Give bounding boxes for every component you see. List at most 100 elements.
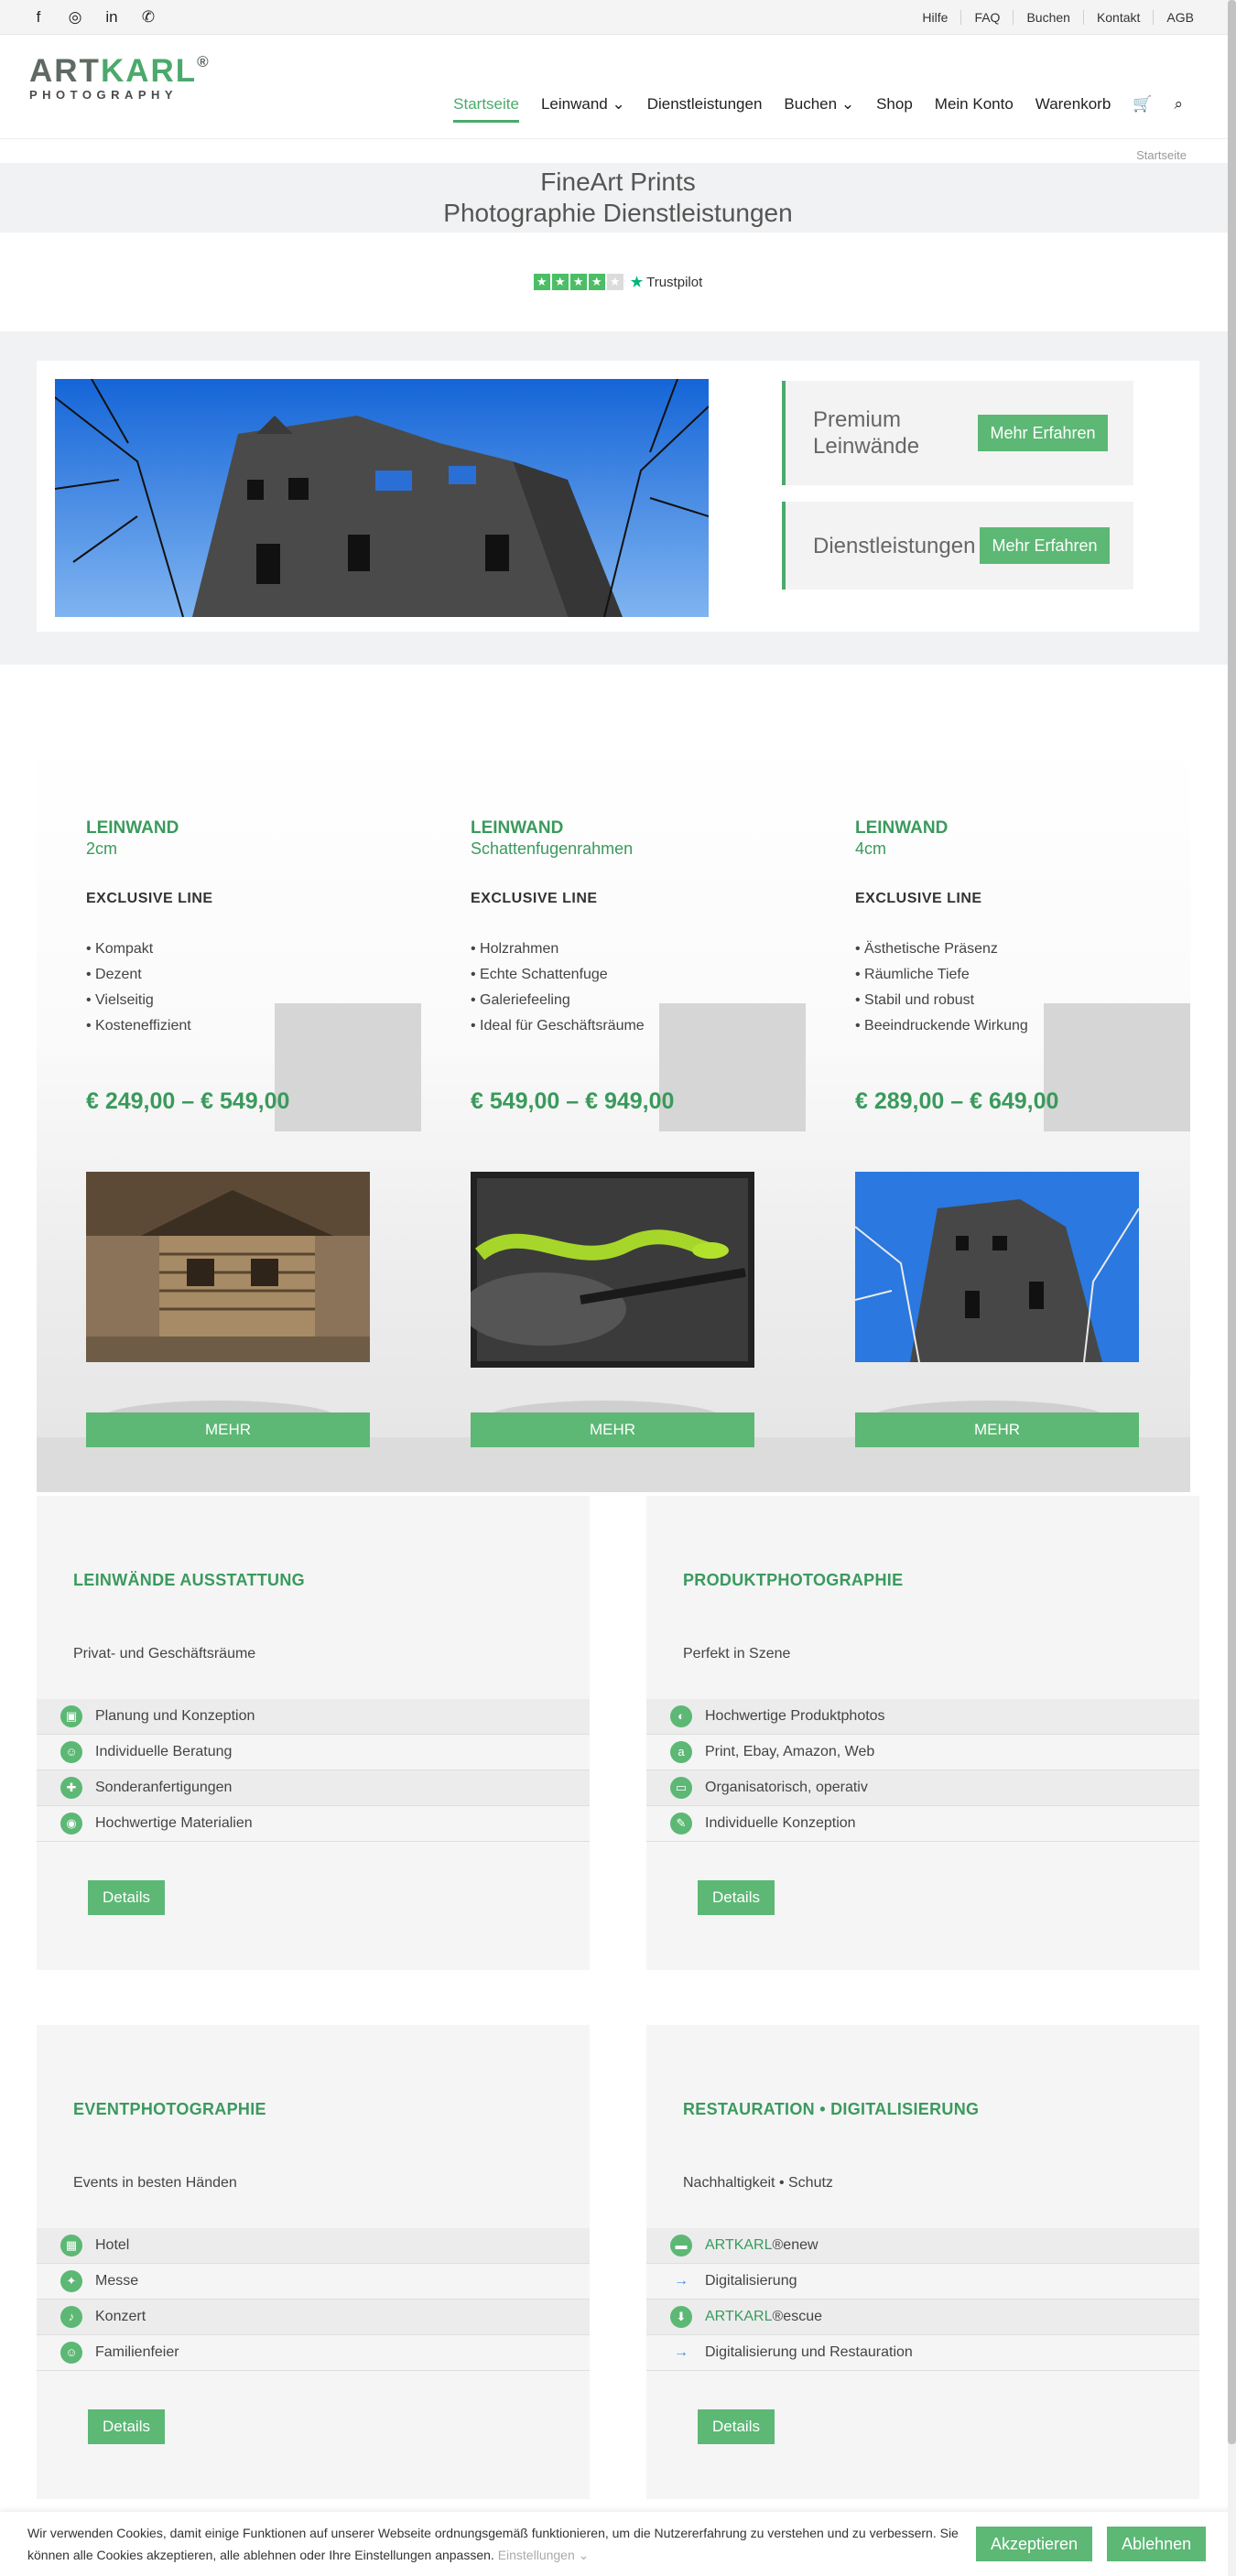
service-lead: Events in besten Händen — [73, 2175, 237, 2191]
nav-item-mein-konto[interactable]: Mein Konto — [935, 95, 1014, 123]
list-item: ◉ Hochwertige Materialien — [37, 1806, 590, 1842]
list-item: • Ideal für Geschäftsräume — [471, 1018, 645, 1034]
search-icon[interactable]: ⌕ — [1174, 95, 1183, 123]
list-item-label: Digitalisierung und Restauration — [705, 2344, 913, 2360]
cookie-banner: Wir verwenden Cookies, damit einige Funk… — [0, 2512, 1236, 2576]
list-item-label: Individuelle Beratung — [95, 1744, 233, 1759]
card-icon: ▬ — [670, 2235, 692, 2257]
product-title-main: LEINWAND — [855, 818, 949, 838]
user-edit-icon: ✎ — [670, 1813, 692, 1835]
list-item-label: ®enew — [772, 2237, 819, 2253]
people-icon: ☺ — [60, 2342, 82, 2364]
list-item: • Kompakt — [86, 941, 154, 957]
service-card-restauration-digitalisierung: RESTAURATION • DIGITALISIERUNG Nachhalti… — [646, 2025, 1199, 2499]
nav-item-warenkorb[interactable]: Warenkorb — [1035, 95, 1111, 123]
trustpilot-logo: ★ Trustpilot — [631, 274, 703, 290]
service-lead: Privat- und Geschäftsräume — [73, 1646, 256, 1661]
top-link-kontakt[interactable]: Kontakt — [1082, 9, 1153, 25]
service-lead: Perfekt in Szene — [683, 1646, 791, 1661]
whatsapp-icon[interactable]: ✆ — [139, 8, 157, 27]
list-item-label: ®escue — [772, 2309, 822, 2324]
feature-list: • Ästhetische Präsenz • Räumliche Tiefe … — [855, 936, 1190, 1039]
brand-label: ARTKARL — [705, 2309, 773, 2324]
scrollbar[interactable] — [1228, 0, 1236, 2576]
top-link-hilfe[interactable]: Hilfe — [909, 10, 960, 25]
nav-label: Leinwand — [540, 95, 608, 113]
nav-item-shop[interactable]: Shop — [876, 95, 913, 123]
accept-cookies-button[interactable]: Akzeptieren — [976, 2527, 1093, 2561]
scrollbar-thumb[interactable] — [1228, 0, 1236, 2444]
chevron-down-icon: ⌄ — [840, 95, 855, 113]
logo[interactable]: ARTKARL® PHOTOGRAPHY — [29, 53, 211, 102]
mehr-button[interactable]: MEHR — [855, 1412, 1139, 1447]
decline-cookies-button[interactable]: Ablehnen — [1107, 2527, 1207, 2561]
nav-item-buchen[interactable]: Buchen ⌄ — [784, 95, 854, 123]
linkedin-icon[interactable]: in — [103, 8, 121, 27]
products-section: LEINWAND 2cm EXCLUSIVE LINE • Kompakt • D… — [0, 665, 1236, 1492]
wooden-cabin-image[interactable] — [86, 1172, 370, 1362]
list-item: ⬇ ARTKARL ®escue — [646, 2300, 1199, 2335]
trustpilot-widget[interactable]: ★ ★ ★ ★ ★ ★ Trustpilot — [0, 233, 1236, 331]
product-title-main: LEINWAND — [471, 818, 564, 838]
trustpilot-stars: ★ ★ ★ ★ ★ — [533, 274, 623, 290]
product-title: LEINWAND 4cm — [855, 818, 1190, 860]
breadcrumb[interactable]: Startseite — [1136, 148, 1187, 162]
product-card-schattenfugenrahmen: LEINWAND Schattenfugenrahmen EXCLUSIVE LI… — [421, 738, 806, 1492]
service-lead: Nachhaltigkeit • Schutz — [683, 2175, 833, 2191]
mehr-button[interactable]: MEHR — [86, 1412, 370, 1447]
nav-item-dienstleistungen[interactable]: Dienstleistungen — [647, 95, 763, 123]
product-card-4cm: LEINWAND 4cm EXCLUSIVE LINE • Ästhetische… — [806, 738, 1190, 1492]
trustpilot-star-icon: ★ — [630, 275, 644, 290]
arrow-right-icon: → — [674, 2273, 688, 2289]
top-link-faq[interactable]: FAQ — [960, 9, 1013, 25]
list-item-label: Hotel — [95, 2237, 130, 2253]
list-item: ✎ Individuelle Konzeption — [646, 1806, 1199, 1842]
nav-item-leinwand[interactable]: Leinwand ⌄ — [541, 95, 625, 123]
planning-icon: ▣ — [60, 1705, 82, 1727]
list-item: ✦ Messe — [37, 2264, 590, 2300]
list-item: • Galeriefeeling — [471, 992, 570, 1008]
list-item-label: Familienfeier — [95, 2344, 179, 2360]
page-title: FineArt Prints Photographie Dienstleistu… — [0, 163, 1236, 233]
instagram-icon[interactable]: ◎ — [66, 8, 84, 27]
cookie-message: Wir verwenden Cookies, damit einige Funk… — [27, 2526, 959, 2562]
list-item: • Stabil und robust — [855, 992, 975, 1008]
details-button[interactable]: Details — [698, 1880, 775, 1915]
promo-box-title: Premium Leinwände — [813, 407, 920, 459]
list-item: ▬ ARTKARL ®enew — [646, 2228, 1199, 2264]
mehr-erfahren-button[interactable]: Mehr Erfahren — [980, 527, 1110, 564]
list-item: ♪ Konzert — [37, 2300, 590, 2335]
star-icon: ★ — [606, 274, 623, 290]
list-item: → Digitalisierung und Restauration — [646, 2335, 1199, 2371]
mehr-erfahren-button[interactable]: Mehr Erfahren — [978, 415, 1108, 451]
product-subtitle: 2cm — [86, 839, 118, 858]
page-title-line-2: Photographie Dienstleistungen — [443, 199, 793, 227]
nav-item-startseite[interactable]: Startseite — [453, 95, 519, 123]
service-list: ▣ Planung und Konzeption ☺ Individuelle Be… — [37, 1699, 590, 1842]
feature-list: • Kompakt • Dezent • Vielseitig • Kosten… — [86, 936, 421, 1039]
top-link-buchen[interactable]: Buchen — [1013, 9, 1082, 25]
promo-card: Premium Leinwände Mehr Erfahren Dienstle… — [37, 361, 1199, 632]
product-price: € 289,00 – € 649,00 — [855, 1088, 1059, 1114]
list-item: • Dezent — [86, 967, 142, 982]
details-button[interactable]: Details — [88, 1880, 165, 1915]
facebook-icon[interactable]: f — [29, 8, 48, 27]
cookie-settings-link[interactable]: Einstellungen ⌄ — [498, 2548, 590, 2562]
green-snake-image[interactable] — [461, 1172, 754, 1368]
service-list: ◐ Hochwertige Produktphotos a Print, Ebay,… — [646, 1699, 1199, 1842]
product-price: € 249,00 – € 549,00 — [86, 1088, 290, 1114]
list-item: ☺ Familienfeier — [37, 2335, 590, 2371]
list-item: • Vielseitig — [86, 992, 154, 1008]
cart-icon[interactable]: 🛒 — [1133, 95, 1152, 123]
list-item: ✚ Sonderanfertigungen — [37, 1770, 590, 1806]
main-nav: Startseite Leinwand ⌄ Dienstleistungen B… — [453, 95, 1183, 123]
details-button[interactable]: Details — [698, 2409, 775, 2444]
service-title: PRODUKTPHOTOGRAPHIE — [683, 1571, 904, 1589]
promo-section: Premium Leinwände Mehr Erfahren Dienstle… — [0, 331, 1236, 665]
list-item-label: Print, Ebay, Amazon, Web — [705, 1744, 875, 1759]
mehr-button[interactable]: MEHR — [471, 1412, 754, 1447]
list-item: ▦ Hotel — [37, 2228, 590, 2264]
top-link-agb[interactable]: AGB — [1153, 9, 1207, 25]
details-button[interactable]: Details — [88, 2409, 165, 2444]
castle-ruin-image[interactable] — [854, 1172, 1140, 1363]
